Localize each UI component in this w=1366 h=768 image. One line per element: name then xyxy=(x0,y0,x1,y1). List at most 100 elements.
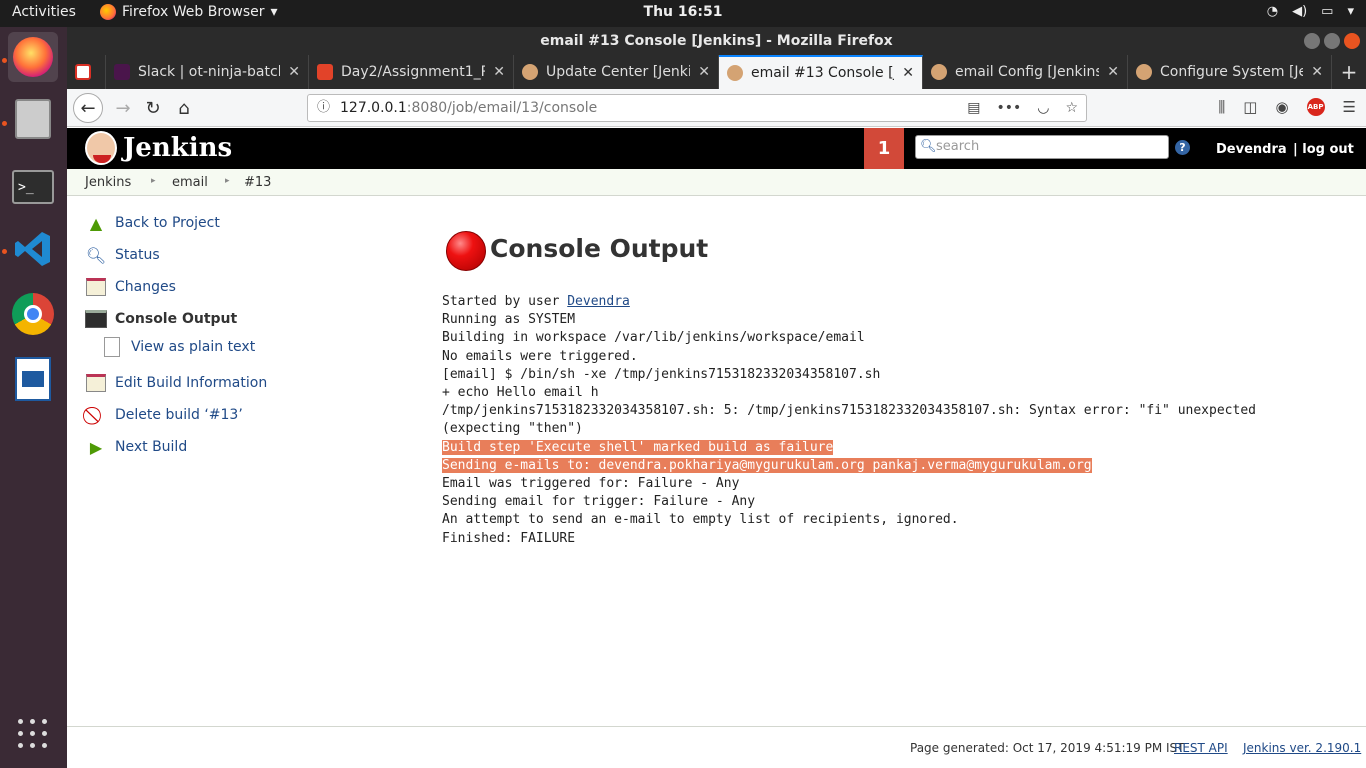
minimize-button[interactable] xyxy=(1304,33,1320,49)
new-tab-button[interactable]: + xyxy=(1332,55,1366,89)
tab-label: Update Center [Jenkin xyxy=(546,64,691,80)
tab-update-center[interactable]: Update Center [Jenkin ✕ xyxy=(514,55,719,89)
task-status[interactable]: 🔍︎ Status xyxy=(85,244,160,266)
home-button[interactable]: ⌂ xyxy=(170,94,198,122)
system-tray[interactable]: ◔ ◀) ▭ ▾ xyxy=(1267,4,1354,19)
console-line-highlighted: Sending e-mails to: devendra.pokhariya@m… xyxy=(442,457,1092,473)
breadcrumb-separator-icon[interactable]: ▸ xyxy=(151,176,156,186)
logout-link[interactable]: | log out xyxy=(1293,142,1354,157)
tab-email-config[interactable]: email Config [Jenkins] ✕ xyxy=(923,55,1128,89)
gitlab-icon xyxy=(317,64,333,80)
navigation-toolbar: ← → ↻ ⌂ ⓘ 127.0.0.1:8080/job/email/13/co… xyxy=(67,89,1366,127)
console-line: Sending email for trigger: Failure - Any xyxy=(442,494,756,510)
close-tab-icon[interactable]: ✕ xyxy=(1311,64,1323,80)
tab-bar: Slack | ot-ninja-batch- ✕ Day2/Assignmen… xyxy=(67,55,1366,89)
app-menu-label: Firefox Web Browser xyxy=(122,4,265,20)
page-generated-text: Page generated: Oct 17, 2019 4:51:19 PM … xyxy=(910,741,1185,755)
user-link[interactable]: Devendra xyxy=(1216,142,1287,157)
app-menu[interactable]: Firefox Web Browser ▾ xyxy=(100,4,278,20)
jenkins-logo-link[interactable]: Jenkins xyxy=(85,131,232,165)
terminal-icon: >_ xyxy=(12,170,54,204)
forward-button[interactable]: → xyxy=(109,94,137,122)
console-output: Started by user Devendra Running as SYST… xyxy=(442,293,1342,548)
task-label: Delete build ‘#13’ xyxy=(115,407,243,423)
close-tab-icon[interactable]: ✕ xyxy=(493,64,505,80)
close-tab-icon[interactable]: ✕ xyxy=(288,64,300,80)
info-icon[interactable]: ⓘ xyxy=(317,95,330,121)
started-user-link[interactable]: Devendra xyxy=(567,294,630,309)
tab-gitlab[interactable]: Day2/Assignment1_R ✕ xyxy=(309,55,514,89)
task-label: Edit Build Information xyxy=(115,375,268,391)
breadcrumb-jenkins[interactable]: Jenkins xyxy=(85,175,131,190)
dock-chrome[interactable] xyxy=(8,289,58,339)
chevron-down-icon: ▾ xyxy=(1347,4,1354,19)
show-applications-button[interactable] xyxy=(18,719,48,749)
help-icon[interactable]: ? xyxy=(1175,140,1190,155)
reader-view-icon[interactable]: ▤ xyxy=(967,95,980,121)
rest-api-link[interactable]: REST API xyxy=(1174,741,1228,755)
url-path: :8080/job/email/13/console xyxy=(406,100,598,116)
jenkins-icon xyxy=(931,64,947,80)
tab-email-console[interactable]: email #13 Console [Je ✕ xyxy=(719,55,923,89)
task-next-build[interactable]: ▶ Next Build xyxy=(85,436,187,458)
breadcrumb-build[interactable]: #13 xyxy=(244,175,271,190)
tab-slack[interactable]: Slack | ot-ninja-batch- ✕ xyxy=(106,55,309,89)
back-button[interactable]: ← xyxy=(73,93,103,123)
page-actions-icon[interactable]: ••• xyxy=(996,95,1021,121)
account-icon[interactable]: ◉ xyxy=(1275,98,1288,116)
dock-vscode[interactable] xyxy=(8,224,58,274)
hamburger-menu-icon[interactable]: ☰ xyxy=(1343,98,1356,116)
console-line: + echo Hello email h xyxy=(442,385,599,401)
gnome-top-bar: Activities Firefox Web Browser ▾ Thu 16:… xyxy=(0,0,1366,27)
reload-button[interactable]: ↻ xyxy=(139,94,167,122)
console-line: Email was triggered for: Failure - Any xyxy=(442,476,740,492)
breadcrumb-email[interactable]: email xyxy=(172,175,208,190)
tab-label: Slack | ot-ninja-batch- xyxy=(138,64,281,80)
library-icon[interactable]: ⫼ xyxy=(1218,98,1225,116)
console-line: Running as SYSTEM xyxy=(442,312,576,328)
console-started-prefix: Started by user xyxy=(442,294,568,309)
wifi-icon: ◔ xyxy=(1266,4,1279,19)
adblock-icon[interactable]: ABP xyxy=(1306,98,1325,116)
notification-badge[interactable]: 1 xyxy=(864,128,904,169)
dock-writer[interactable] xyxy=(8,354,58,404)
tab-configure-system[interactable]: Configure System [Jen ✕ xyxy=(1128,55,1332,89)
page-footer: Page generated: Oct 17, 2019 4:51:19 PM … xyxy=(67,726,1366,768)
clock[interactable]: Thu 16:51 xyxy=(644,4,723,20)
document-icon xyxy=(15,357,51,401)
dock-terminal[interactable]: >_ xyxy=(8,162,58,212)
close-tab-icon[interactable]: ✕ xyxy=(698,64,710,80)
task-changes[interactable]: Changes xyxy=(85,276,176,298)
running-indicator xyxy=(2,121,7,126)
maximize-button[interactable] xyxy=(1324,33,1340,49)
task-delete-build[interactable]: ⃠ Delete build ‘#13’ xyxy=(85,404,243,426)
activities-button[interactable]: Activities xyxy=(12,4,76,20)
jenkins-icon xyxy=(727,65,743,81)
gmail-icon xyxy=(75,64,91,80)
jenkins-version-link[interactable]: Jenkins ver. 2.190.1 xyxy=(1243,741,1361,755)
task-label: View as plain text xyxy=(131,339,256,355)
window-title-bar: email #13 Console [Jenkins] - Mozilla Fi… xyxy=(67,27,1366,55)
console-line-highlighted: Build step 'Execute shell' marked build … xyxy=(442,439,834,455)
task-console-output[interactable]: Console Output xyxy=(85,308,237,330)
search-placeholder: search xyxy=(936,139,980,154)
sidebar-icon[interactable]: ◫ xyxy=(1243,98,1257,116)
tab-gmail[interactable] xyxy=(67,55,106,89)
breadcrumb-separator-icon[interactable]: ▸ xyxy=(225,176,230,186)
pocket-icon[interactable]: ◡ xyxy=(1037,95,1049,121)
tab-label: Day2/Assignment1_R xyxy=(341,64,486,80)
close-tab-icon[interactable]: ✕ xyxy=(1107,64,1119,80)
vscode-icon xyxy=(15,232,50,266)
bookmark-star-icon[interactable]: ☆ xyxy=(1065,95,1078,121)
search-input[interactable]: 🔍︎ search xyxy=(915,135,1169,159)
task-view-plain-text[interactable]: View as plain text xyxy=(101,336,255,358)
dock-files[interactable] xyxy=(8,94,58,144)
jenkins-butler-icon xyxy=(85,131,117,165)
close-tab-icon[interactable]: ✕ xyxy=(902,65,914,81)
close-button[interactable] xyxy=(1344,33,1360,49)
dock-firefox[interactable] xyxy=(8,32,58,82)
task-back-to-project[interactable]: ▲ Back to Project xyxy=(85,212,220,234)
task-label: Changes xyxy=(115,279,176,295)
task-edit-build-information[interactable]: Edit Build Information xyxy=(85,372,267,394)
url-bar[interactable]: ⓘ 127.0.0.1:8080/job/email/13/console ▤ … xyxy=(307,94,1087,122)
